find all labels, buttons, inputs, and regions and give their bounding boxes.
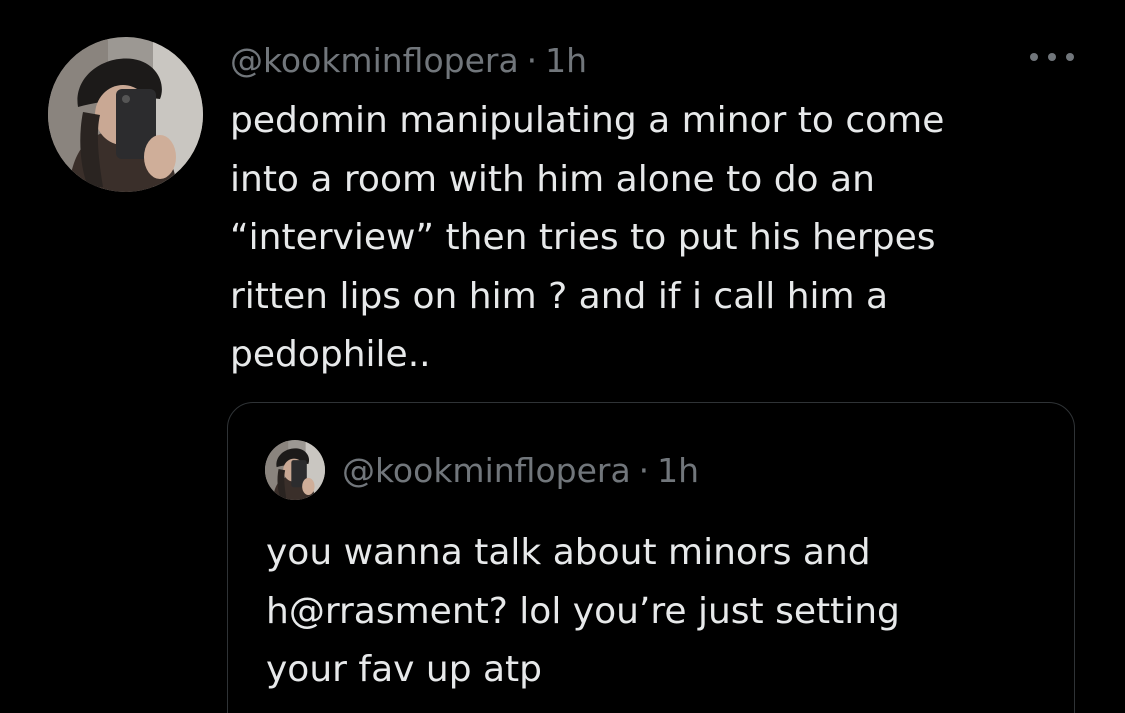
tweet-text-line: pedophile..	[230, 334, 431, 375]
quoted-author-avatar[interactable]	[265, 440, 325, 500]
tweet[interactable]: @kookminflopera · 1h pedomin manipulatin…	[0, 0, 1125, 713]
quoted-author-handle[interactable]: @kookminflopera	[342, 451, 631, 490]
quoted-tweet[interactable]: @kookminflopera · 1h you wanna talk abou…	[227, 402, 1075, 713]
profile-photo-avatar	[265, 440, 325, 500]
header-separator: ·	[638, 450, 650, 490]
tweet-text: pedomin manipulating a minor to come int…	[230, 92, 1030, 385]
quoted-tweet-text: you wanna talk about minors and h@rrasme…	[266, 524, 1056, 700]
tweet-timestamp[interactable]: 1h	[545, 41, 587, 80]
more-dot	[1030, 53, 1038, 61]
author-handle[interactable]: @kookminflopera	[230, 41, 519, 80]
header-separator: ·	[526, 40, 538, 80]
quoted-text-line: h@rrasment? lol you’re just setting	[266, 590, 900, 632]
quoted-text-line: you wanna talk about minors and	[266, 532, 871, 573]
quoted-tweet-timestamp[interactable]: 1h	[657, 451, 699, 490]
more-dot	[1066, 53, 1074, 61]
quoted-text-line: your fav up atp	[266, 649, 543, 690]
author-avatar[interactable]	[48, 37, 203, 192]
quoted-tweet-header: @kookminflopera · 1h	[342, 447, 699, 493]
tweet-text-line: ritten lips on him ? and if i call him a	[230, 275, 889, 317]
tweet-text-line: pedomin manipulating a minor to come	[230, 100, 945, 141]
tweet-header: @kookminflopera · 1h	[230, 34, 587, 86]
more-options-icon[interactable]	[1030, 42, 1074, 72]
profile-photo-avatar	[48, 37, 203, 192]
tweet-text-line: “interview” then tries to put his herpes	[230, 217, 936, 258]
tweet-text-line: into a room with him alone to do an	[230, 158, 875, 200]
more-dot	[1048, 53, 1056, 61]
